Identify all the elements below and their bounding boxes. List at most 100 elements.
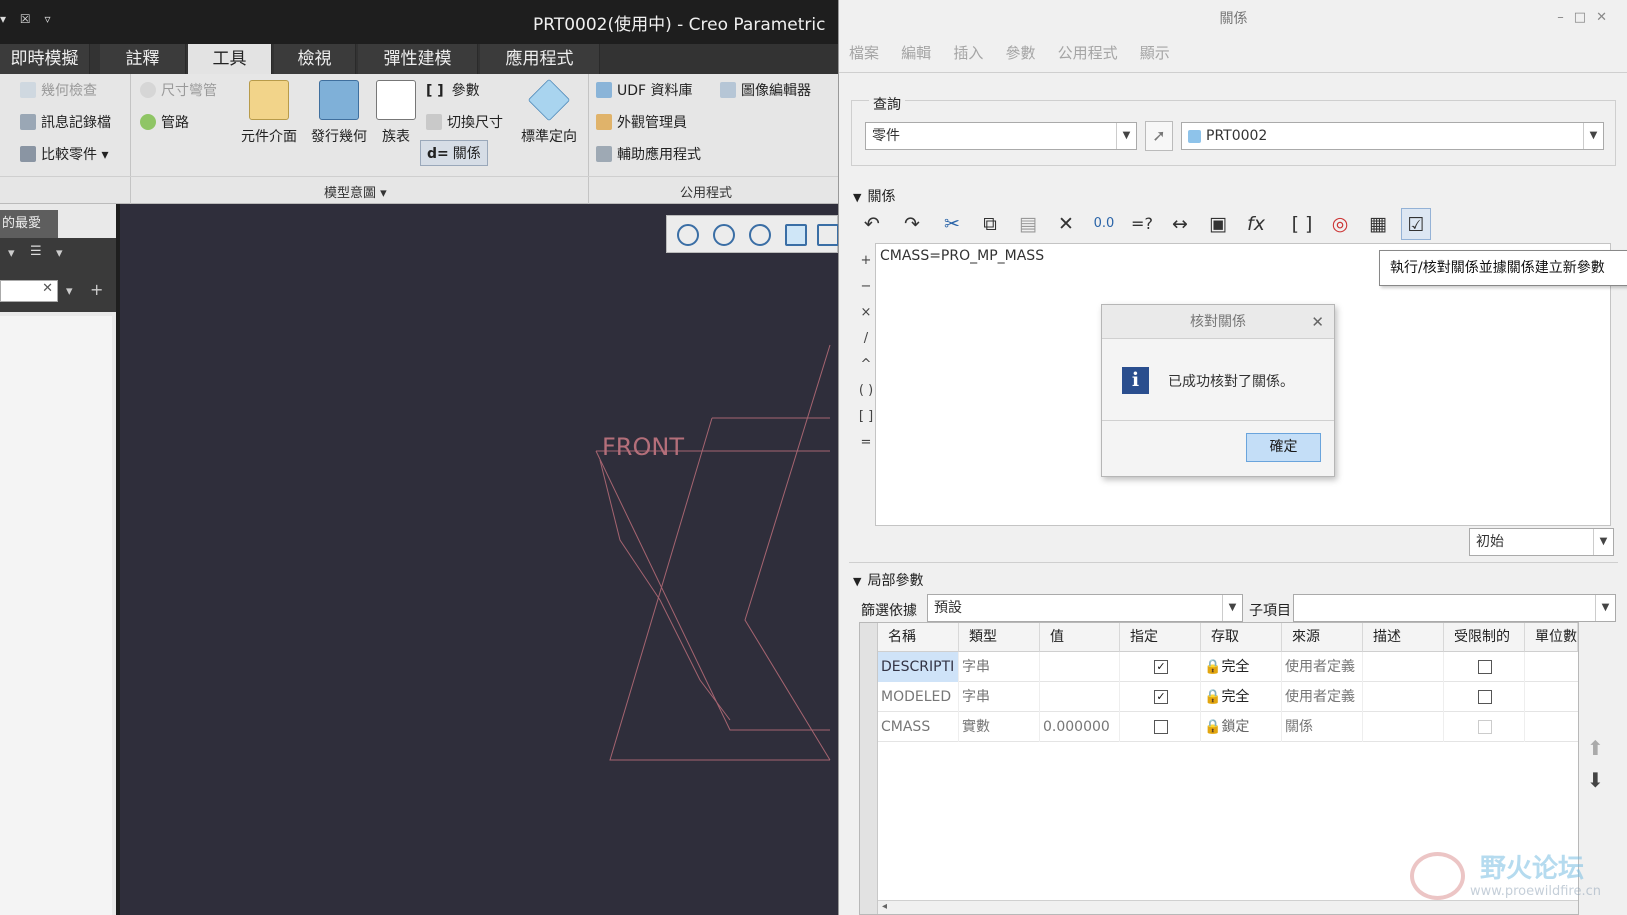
operator-parentheses[interactable]: ( ) [857, 378, 875, 404]
param-name[interactable]: CMASS [878, 712, 959, 742]
relations-section-toggle[interactable]: ▼ 關係 [853, 186, 895, 206]
param-access: 🔒完全 [1201, 652, 1282, 682]
view-manager-icon[interactable] [817, 224, 838, 246]
param-value[interactable] [1040, 682, 1120, 712]
param-description[interactable] [1363, 682, 1444, 712]
col-restricted[interactable]: 受限制的 [1444, 623, 1525, 652]
collapse-icon: ▼ [853, 191, 862, 204]
move-down-icon[interactable]: ⬇ [1587, 768, 1604, 792]
lock-icon: 🔒 [1204, 659, 1222, 675]
param-description[interactable] [1363, 652, 1444, 682]
col-access[interactable]: 存取 [1201, 623, 1282, 652]
param-description[interactable] [1363, 712, 1444, 742]
col-name[interactable]: 名稱 [878, 623, 959, 652]
undo-icon[interactable]: ↶ [857, 208, 887, 240]
filter-label: 篩選依據 [861, 603, 917, 619]
operator-power[interactable]: ^ [857, 352, 875, 378]
col-designate[interactable]: 指定 [1120, 623, 1201, 652]
zoom-out-icon[interactable] [749, 224, 771, 246]
param-name[interactable]: DESCRIPTI [878, 652, 959, 682]
cut-icon[interactable]: ✂ [937, 208, 967, 240]
designate-checkbox[interactable] [1154, 720, 1168, 734]
col-description[interactable]: 描述 [1363, 623, 1444, 652]
param-restricted [1444, 682, 1525, 712]
param-source: 使用者定義 [1282, 682, 1363, 712]
col-type[interactable]: 類型 [959, 623, 1040, 652]
local-params-section-toggle[interactable]: ▼ 局部參數 [853, 570, 923, 590]
move-up-icon[interactable]: ⬆ [1587, 736, 1604, 760]
refit-icon[interactable] [677, 224, 699, 246]
menu-edit[interactable]: 編輯 [901, 42, 931, 63]
initial-select[interactable]: 初始 ▼ [1469, 528, 1614, 556]
evaluate-icon[interactable]: =? [1127, 208, 1157, 240]
operator-multiply[interactable]: × [857, 300, 875, 326]
operator-minus[interactable]: − [857, 274, 875, 300]
local-param-icon[interactable]: ▦ [1363, 208, 1393, 240]
ok-button[interactable]: 確定 [1246, 433, 1321, 462]
verify-relations-dialog: 核對關係 ✕ i 已成功核對了關係。 確定 [1101, 304, 1335, 477]
collapse-icon: ▼ [853, 575, 862, 588]
restricted-checkbox[interactable] [1478, 660, 1492, 674]
maximize-icon[interactable]: □ [1574, 10, 1596, 25]
menu-parameters[interactable]: 參數 [1005, 42, 1035, 63]
watermark-url: www.proewildfire.cn [1470, 884, 1601, 899]
chevron-down-icon: ▼ [1595, 595, 1615, 621]
designate-checkbox[interactable]: ✓ [1154, 690, 1168, 704]
sub-item-select[interactable]: ▼ [1293, 594, 1616, 622]
param-value[interactable]: 0.000000 [1040, 712, 1120, 742]
param-source: 關係 [1282, 712, 1363, 742]
operator-divide[interactable]: / [857, 326, 875, 352]
delete-icon[interactable]: ✕ [1051, 208, 1081, 240]
lookup-type-select[interactable]: 零件 ▼ [865, 122, 1137, 150]
info-icon: i [1122, 367, 1149, 394]
menu-show[interactable]: 顯示 [1140, 42, 1170, 63]
param-access: 🔒完全 [1201, 682, 1282, 712]
minimize-icon[interactable]: – [1557, 10, 1574, 25]
verify-dialog-title: 核對關係 [1102, 305, 1334, 339]
chevron-down-icon: ▼ [1593, 529, 1613, 555]
table-row[interactable]: DESCRIPTI 字串 ✓ 🔒完全 使用者定義 [878, 652, 1578, 682]
restricted-checkbox[interactable] [1478, 690, 1492, 704]
scroll-left-icon[interactable]: ◂ [882, 901, 887, 912]
chevron-down-icon: ▼ [1116, 123, 1136, 149]
redo-icon[interactable]: ↷ [897, 208, 927, 240]
param-type: 字串 [959, 652, 1040, 682]
datum-label-front: FRONT [602, 433, 684, 461]
table-row[interactable]: CMASS 實數 0.000000 🔒鎖定 關係 [878, 712, 1578, 742]
operator-equals[interactable]: = [857, 430, 875, 456]
select-pointer-button[interactable]: ➚ [1145, 121, 1173, 151]
repaint-icon[interactable] [785, 224, 807, 246]
col-source[interactable]: 來源 [1282, 623, 1363, 652]
function-icon[interactable]: ▣ [1203, 208, 1233, 240]
param-name[interactable]: MODELED [878, 682, 959, 712]
copy-icon[interactable]: ⧉ [975, 208, 1005, 240]
forum-watermark: 野火论坛 www.proewildfire.cn [1410, 848, 1620, 908]
view-toolbar [666, 215, 838, 253]
fx-icon[interactable]: fx [1241, 208, 1271, 240]
sort-icon[interactable]: 0.0 [1089, 208, 1119, 240]
verify-relations-icon[interactable]: ☑ [1401, 208, 1431, 240]
zoom-in-icon[interactable] [713, 224, 735, 246]
col-units[interactable]: 單位數 [1525, 623, 1578, 652]
part-icon [1188, 130, 1201, 143]
menu-insert[interactable]: 插入 [953, 42, 983, 63]
param-value[interactable] [1040, 652, 1120, 682]
close-icon[interactable]: ✕ [1596, 10, 1617, 25]
operator-plus[interactable]: + [857, 248, 875, 274]
menu-file[interactable]: 檔案 [849, 42, 879, 63]
table-row[interactable]: MODELED 字串 ✓ 🔒完全 使用者定義 [878, 682, 1578, 712]
lookup-object-select[interactable]: PRT0002 ▼ [1181, 122, 1604, 150]
paste-icon[interactable]: ▤ [1013, 208, 1043, 240]
window-controls: –□✕ [1557, 10, 1617, 25]
operator-brackets[interactable]: [ ] [857, 404, 875, 430]
menu-utilities[interactable]: 公用程式 [1058, 42, 1118, 63]
col-value[interactable]: 值 [1040, 623, 1120, 652]
unit-sensitive-icon[interactable]: ◎ [1325, 208, 1355, 240]
param-access: 🔒鎖定 [1201, 712, 1282, 742]
menu-bar: 檔案 編輯 插入 參數 公用程式 顯示 [849, 42, 1188, 68]
brackets-icon[interactable]: [ ] [1287, 208, 1317, 240]
filter-select[interactable]: 預設 ▼ [927, 594, 1243, 622]
dimension-icon[interactable]: ↔ [1165, 208, 1195, 240]
designate-checkbox[interactable]: ✓ [1154, 660, 1168, 674]
close-icon[interactable]: ✕ [1311, 313, 1324, 331]
